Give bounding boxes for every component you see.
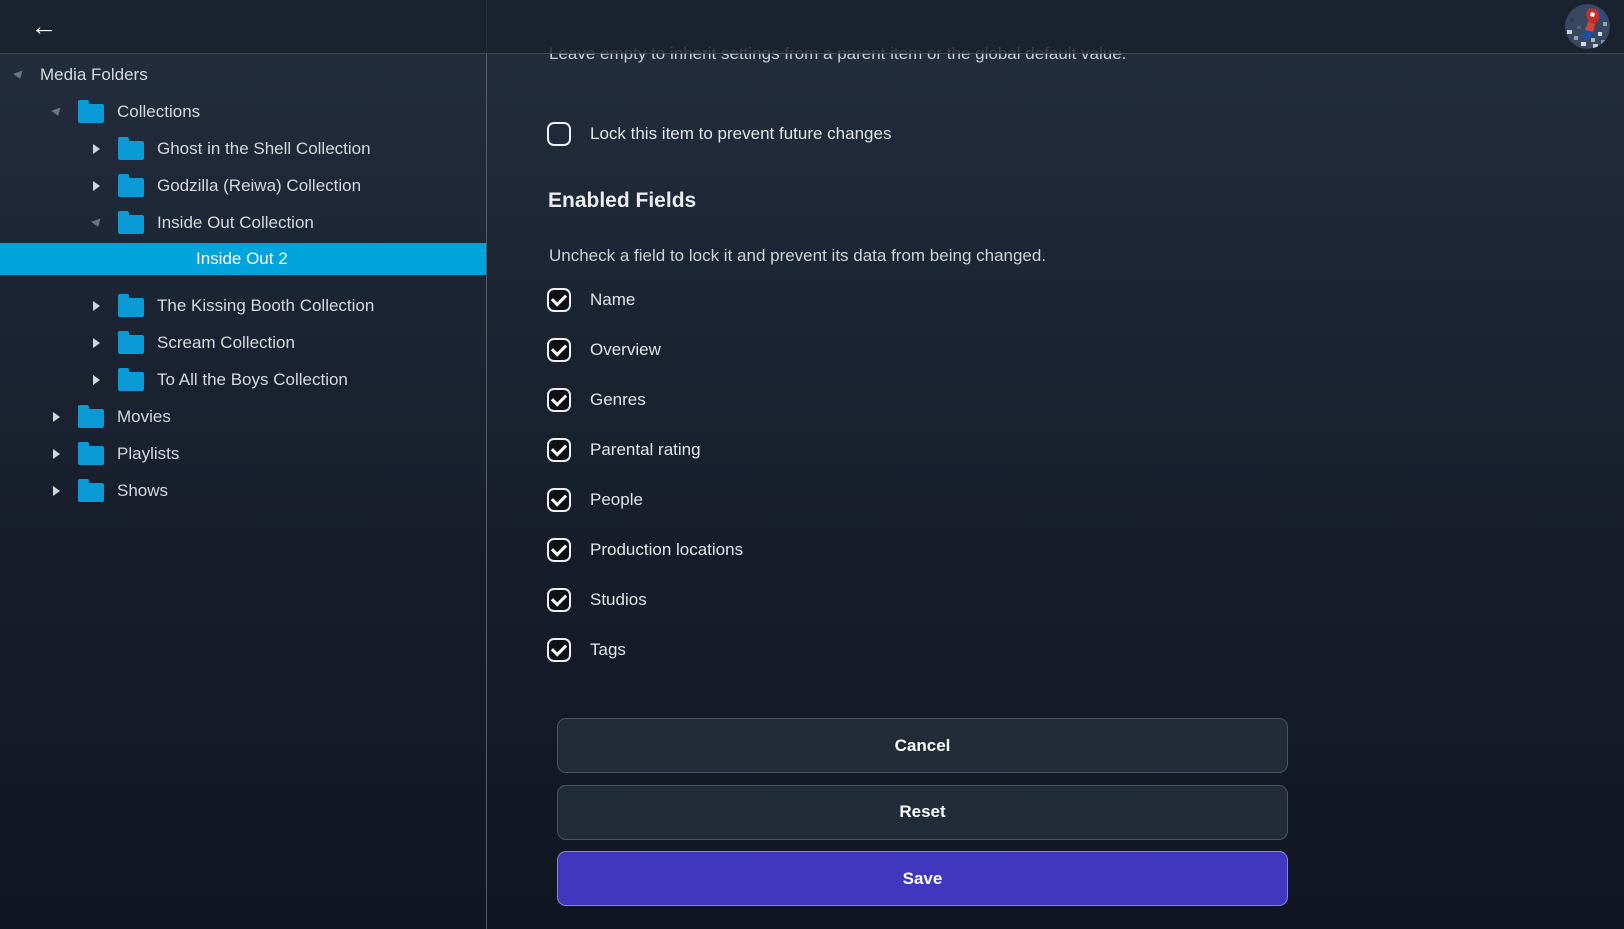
caret-collapsed-icon[interactable] (92, 374, 102, 386)
tree-item-collections[interactable]: Collections (0, 93, 486, 130)
lock-item-row[interactable]: Lock this item to prevent future changes (547, 122, 891, 146)
tree-item-label: Scream Collection (157, 333, 295, 353)
enabled-fields-description: Uncheck a field to lock it and prevent i… (549, 246, 1046, 266)
folder-icon (118, 335, 144, 354)
caret-collapsed-icon[interactable] (92, 143, 102, 155)
form-buttons: Cancel Reset Save (557, 718, 1288, 918)
folder-icon (118, 178, 144, 197)
tree-item-shows[interactable]: Shows (0, 472, 486, 509)
caret-expanded-icon[interactable] (14, 69, 24, 81)
tree-item-scream-collection[interactable]: Scream Collection (0, 324, 486, 361)
folder-icon (118, 298, 144, 317)
enabled-fields-list: Name Overview Genres Parental rating People P… (547, 275, 1247, 675)
checkbox-production-locations[interactable] (547, 538, 571, 562)
folder-icon (118, 215, 144, 234)
tree-item-label: Ghost in the Shell Collection (157, 139, 371, 159)
checkbox-parental-rating[interactable] (547, 438, 571, 462)
reset-button[interactable]: Reset (557, 785, 1288, 840)
field-label: Tags (590, 640, 626, 660)
field-label: Genres (590, 390, 646, 410)
lock-item-checkbox[interactable] (547, 122, 571, 146)
checkbox-tags[interactable] (547, 638, 571, 662)
tree-item-label: Playlists (117, 444, 179, 464)
checkbox-overview[interactable] (547, 338, 571, 362)
field-row-parental-rating[interactable]: Parental rating (547, 425, 1247, 475)
cancel-button[interactable]: Cancel (557, 718, 1288, 773)
field-label: Parental rating (590, 440, 701, 460)
field-row-tags[interactable]: Tags (547, 625, 1247, 675)
tree-item-label: Collections (117, 102, 200, 122)
folder-icon (78, 409, 104, 428)
tree-item-playlists[interactable]: Playlists (0, 435, 486, 472)
lock-item-label: Lock this item to prevent future changes (590, 124, 891, 144)
tree-item-the-kissing-booth-collection[interactable]: The Kissing Booth Collection (0, 287, 486, 324)
caret-collapsed-icon[interactable] (52, 448, 62, 460)
tree-item-label: Media Folders (40, 65, 148, 85)
tree-item-media-folders[interactable]: Media Folders (0, 56, 486, 93)
tree-item-godzilla-reiwa-collection[interactable]: Godzilla (Reiwa) Collection (0, 167, 486, 204)
field-label: Overview (590, 340, 661, 360)
checkbox-people[interactable] (547, 488, 571, 512)
folder-icon (78, 446, 104, 465)
tree-item-inside-out-collection[interactable]: Inside Out Collection (0, 204, 486, 241)
tree-item-label: To All the Boys Collection (157, 370, 348, 390)
media-folders-sidebar: Media Folders Collections Ghost in the She… (0, 0, 487, 929)
tree-item-label: The Kissing Booth Collection (157, 296, 374, 316)
enabled-fields-title: Enabled Fields (548, 189, 696, 213)
tree-item-to-all-the-boys-collection[interactable]: To All the Boys Collection (0, 361, 486, 398)
caret-collapsed-icon[interactable] (92, 180, 102, 192)
metadata-editor-panel: Leave empty to inherit settings from a p… (487, 0, 1624, 929)
user-avatar[interactable] (1565, 4, 1610, 49)
save-button[interactable]: Save (557, 851, 1288, 906)
caret-expanded-icon[interactable] (92, 217, 102, 229)
field-label: People (590, 490, 643, 510)
tree-item-label: Inside Out 2 (196, 249, 288, 269)
folder-icon (78, 104, 104, 123)
tree-item-label: Shows (117, 481, 168, 501)
spiderman-avatar-image (1565, 4, 1610, 49)
field-label: Production locations (590, 540, 743, 560)
checkbox-name[interactable] (547, 288, 571, 312)
field-row-genres[interactable]: Genres (547, 375, 1247, 425)
tree-item-label: Movies (117, 407, 171, 427)
tree-item-label: Inside Out Collection (157, 213, 314, 233)
caret-collapsed-icon[interactable] (52, 485, 62, 497)
app-top-bar: ← (0, 0, 1624, 54)
field-row-name[interactable]: Name (547, 275, 1247, 325)
folder-icon (78, 483, 104, 502)
tree-item-ghost-in-the-shell-collection[interactable]: Ghost in the Shell Collection (0, 130, 486, 167)
tree-item-inside-out-2[interactable]: Inside Out 2 (0, 243, 486, 275)
field-row-studios[interactable]: Studios (547, 575, 1247, 625)
folder-icon (118, 372, 144, 391)
caret-collapsed-icon[interactable] (92, 337, 102, 349)
field-row-people[interactable]: People (547, 475, 1247, 525)
media-folder-tree: Media Folders Collections Ghost in the She… (0, 56, 486, 509)
checkbox-genres[interactable] (547, 388, 571, 412)
back-button[interactable]: ← (24, 7, 64, 47)
checkbox-studios[interactable] (547, 588, 571, 612)
caret-expanded-icon[interactable] (52, 106, 62, 118)
caret-collapsed-icon[interactable] (52, 411, 62, 423)
tree-item-movies[interactable]: Movies (0, 398, 486, 435)
tree-item-label: Godzilla (Reiwa) Collection (157, 176, 361, 196)
caret-collapsed-icon[interactable] (92, 300, 102, 312)
field-row-overview[interactable]: Overview (547, 325, 1247, 375)
field-row-production-locations[interactable]: Production locations (547, 525, 1247, 575)
field-label: Studios (590, 590, 647, 610)
folder-icon (118, 141, 144, 160)
field-label: Name (590, 290, 635, 310)
